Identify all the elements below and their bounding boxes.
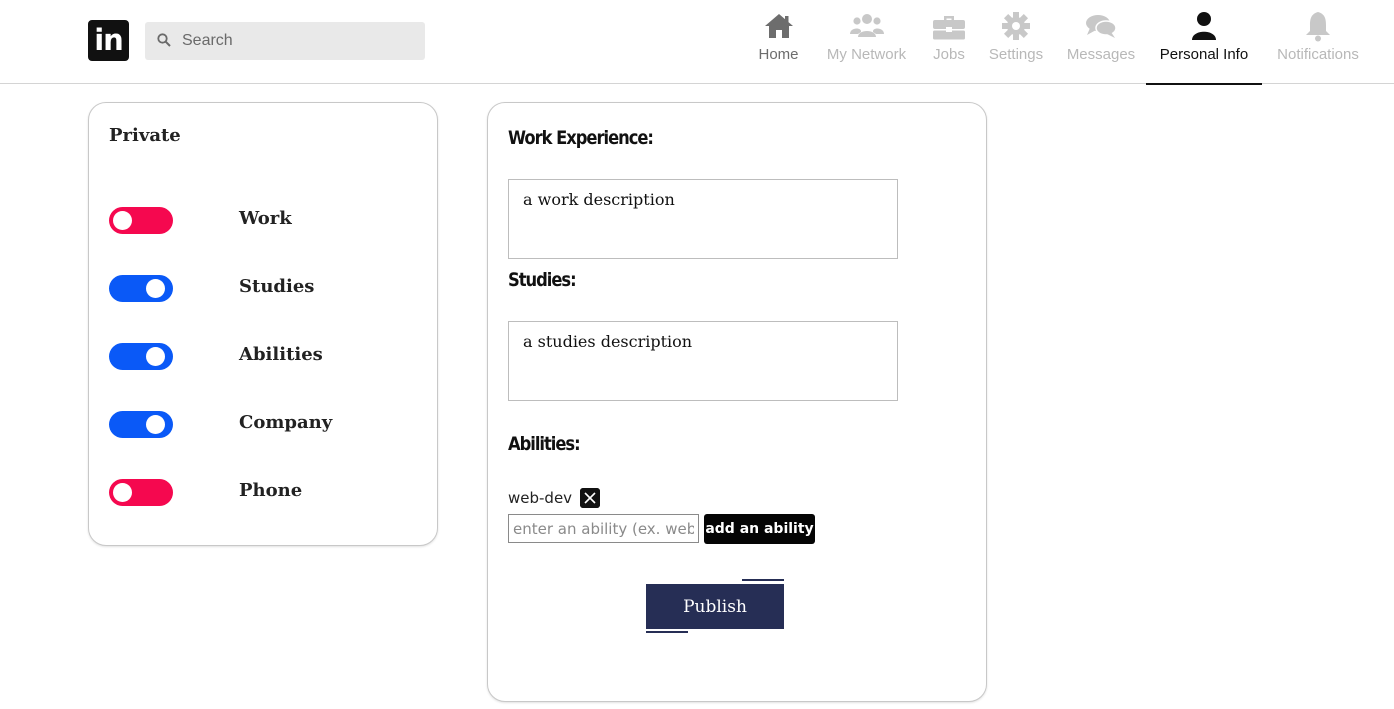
- user-icon: [1192, 12, 1216, 40]
- top-navbar: in Home My Network: [0, 0, 1394, 85]
- toggle-label-phone: Phone: [239, 480, 303, 501]
- nav-my-network-label: My Network: [826, 46, 907, 63]
- publish-decor-line: [742, 579, 784, 581]
- toggle-row-abilities: Abilities: [109, 343, 419, 371]
- add-ability-button[interactable]: add an ability: [704, 514, 815, 544]
- toggle-row-work: Work: [109, 207, 419, 235]
- nav-my-network[interactable]: My Network: [822, 10, 911, 84]
- briefcase-icon: [933, 16, 965, 40]
- abilities-heading: Abilities:: [508, 433, 581, 455]
- work-experience-heading: Work Experience:: [508, 127, 654, 149]
- toggle-knob: [146, 347, 165, 366]
- search-icon: [157, 33, 171, 47]
- nav-settings[interactable]: Settings: [987, 10, 1045, 84]
- toggle-row-company: Company: [109, 411, 419, 439]
- nav-jobs[interactable]: Jobs: [932, 10, 966, 84]
- nav-personal-info[interactable]: Personal Info: [1146, 10, 1262, 85]
- nav-settings-label: Settings: [988, 46, 1044, 63]
- linkedin-logo[interactable]: in: [88, 20, 129, 61]
- abilities-privacy-toggle[interactable]: [109, 343, 173, 370]
- ability-input[interactable]: [508, 514, 699, 543]
- home-icon: [764, 14, 793, 38]
- work-privacy-toggle[interactable]: [109, 207, 173, 234]
- chat-bubbles-icon: [1086, 15, 1117, 38]
- work-description-textarea[interactable]: a work description: [508, 179, 898, 259]
- personal-info-form-card: Work Experience: a work description Stud…: [487, 102, 987, 702]
- nav-personal-info-label: Personal Info: [1159, 46, 1249, 63]
- nav-messages-label: Messages: [1066, 46, 1136, 63]
- search-input[interactable]: [182, 22, 417, 60]
- toggle-label-studies: Studies: [239, 276, 315, 297]
- toggle-label-abilities: Abilities: [239, 344, 323, 365]
- toggle-row-phone: Phone: [109, 479, 419, 507]
- toggle-knob: [146, 279, 165, 298]
- toggle-row-studies: Studies: [109, 275, 419, 303]
- nav-home[interactable]: Home: [757, 10, 800, 84]
- publish-decor-line: [646, 631, 688, 633]
- phone-privacy-toggle[interactable]: [109, 479, 173, 506]
- nav-jobs-label: Jobs: [933, 46, 965, 63]
- toggle-label-company: Company: [239, 412, 333, 433]
- search-box[interactable]: [145, 22, 425, 60]
- remove-ability-icon[interactable]: [580, 488, 600, 508]
- toggle-knob: [146, 415, 165, 434]
- studies-description-textarea[interactable]: a studies description: [508, 321, 898, 401]
- toggle-label-work: Work: [239, 208, 292, 229]
- privacy-settings-card: Private Work Studies Abilities Company P…: [88, 102, 438, 546]
- privacy-title: Private: [109, 125, 181, 146]
- toggle-knob: [113, 211, 132, 230]
- studies-privacy-toggle[interactable]: [109, 275, 173, 302]
- studies-heading: Studies:: [508, 269, 577, 291]
- ability-chip-label: web-dev: [508, 489, 573, 507]
- nav-notifications-label: Notifications: [1277, 46, 1359, 63]
- publish-button-wrapper: Publish: [646, 579, 786, 633]
- nav-home-label: Home: [758, 46, 799, 63]
- users-icon: [849, 14, 884, 37]
- toggle-knob: [113, 483, 132, 502]
- bell-icon: [1306, 12, 1330, 42]
- company-privacy-toggle[interactable]: [109, 411, 173, 438]
- gear-icon: [1002, 12, 1030, 40]
- nav-messages[interactable]: Messages: [1066, 10, 1136, 84]
- nav-notifications[interactable]: Notifications: [1272, 10, 1364, 84]
- publish-button[interactable]: Publish: [646, 584, 784, 629]
